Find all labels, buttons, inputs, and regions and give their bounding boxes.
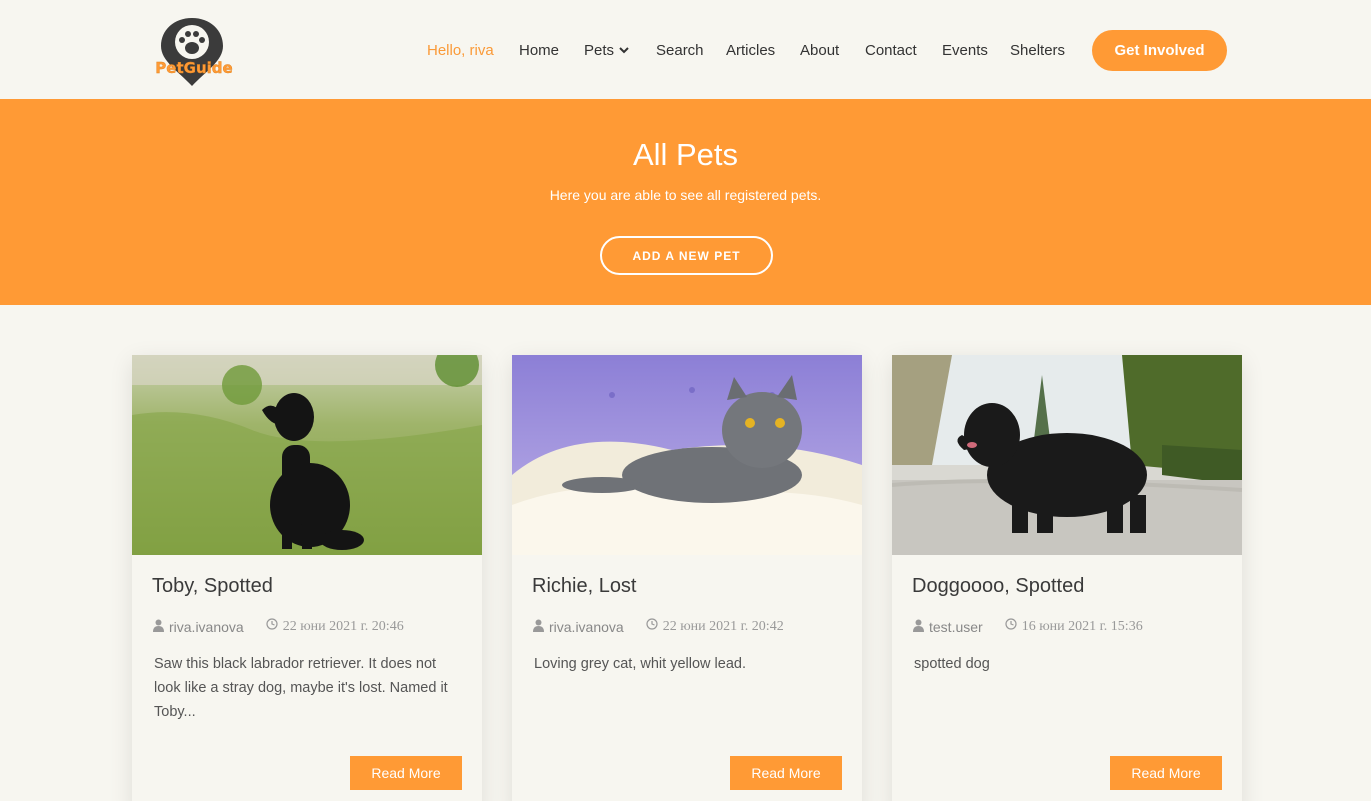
pet-photo-grey-cat[interactable]	[512, 355, 862, 555]
pet-card-date-wrap: 22 юни 2021 г. 20:46	[266, 618, 404, 635]
pet-photo-black-newfoundland[interactable]	[892, 355, 1242, 555]
nav-about[interactable]: About	[800, 42, 839, 59]
clock-icon	[266, 618, 278, 635]
pet-card-author[interactable]: riva.ivanova	[169, 619, 244, 635]
nav-pets[interactable]: Pets	[584, 42, 629, 59]
user-icon	[153, 619, 164, 635]
pet-card-description: Loving grey cat, whit yellow lead.	[534, 656, 746, 672]
read-more-button[interactable]: Read More	[730, 756, 842, 790]
page-title: All Pets	[632, 137, 739, 172]
pet-card-author[interactable]: test.user	[929, 619, 983, 635]
pet-card: Toby, Spotted riva.ivanova 22 юни 2021 г…	[132, 355, 482, 801]
site-header: PetGuide Hello, riva Home Pets Search Ar…	[0, 0, 1371, 99]
main-nav: Hello, riva Home Pets Search Articles Ab…	[0, 0, 1371, 99]
pet-card-author[interactable]: riva.ivanova	[549, 619, 624, 635]
pet-card-meta: test.user 16 юни 2021 г. 15:36	[913, 618, 1143, 635]
clock-icon	[646, 618, 658, 635]
pet-card: Doggoooo, Spotted test.user 16 юни 2021 …	[892, 355, 1242, 801]
pet-card-title[interactable]: Richie, Lost	[532, 575, 637, 598]
nav-pets-label: Pets	[584, 42, 615, 59]
pet-card-date-wrap: 16 юни 2021 г. 15:36	[1005, 618, 1143, 635]
pet-card-meta: riva.ivanova 22 юни 2021 г. 20:42	[533, 618, 784, 635]
pet-card-title[interactable]: Doggoooo, Spotted	[912, 575, 1084, 598]
nav-events[interactable]: Events	[942, 42, 988, 59]
chevron-down-icon	[619, 46, 629, 57]
nav-hello-user[interactable]: Hello, riva	[427, 42, 494, 59]
page-subtitle: Here you are able to see all registered …	[549, 187, 822, 203]
pet-card-date-wrap: 22 юни 2021 г. 20:42	[646, 618, 784, 635]
pet-card-description: spotted dog	[914, 656, 990, 672]
pet-card-date: 16 юни 2021 г. 15:36	[1021, 618, 1143, 634]
nav-articles[interactable]: Articles	[726, 42, 775, 59]
user-icon	[533, 619, 544, 635]
get-involved-button[interactable]: Get Involved	[1092, 30, 1227, 71]
pet-card-title[interactable]: Toby, Spotted	[152, 575, 273, 598]
pet-card-meta: riva.ivanova 22 юни 2021 г. 20:46	[153, 618, 404, 635]
pet-photo-black-labrador[interactable]	[132, 355, 482, 555]
read-more-button[interactable]: Read More	[1110, 756, 1222, 790]
nav-contact[interactable]: Contact	[865, 42, 917, 59]
add-new-pet-button[interactable]: ADD A NEW PET	[600, 236, 773, 275]
pet-card-date: 22 юни 2021 г. 20:42	[662, 618, 784, 634]
pet-card-description: Saw this black labrador retriever. It do…	[154, 656, 448, 720]
nav-home[interactable]: Home	[519, 42, 559, 59]
user-icon	[913, 619, 924, 635]
nav-search[interactable]: Search	[656, 42, 704, 59]
clock-icon	[1005, 618, 1017, 635]
read-more-button[interactable]: Read More	[350, 756, 462, 790]
pet-card: Richie, Lost riva.ivanova 22 юни 2021 г.…	[512, 355, 862, 801]
pet-card-date: 22 юни 2021 г. 20:46	[282, 618, 404, 634]
nav-shelters[interactable]: Shelters	[1010, 42, 1065, 59]
hero-banner: All Pets Here you are able to see all re…	[0, 99, 1371, 305]
